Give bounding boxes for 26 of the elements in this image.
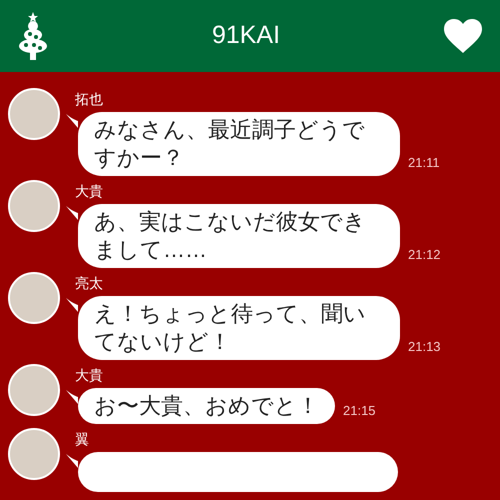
bubble-tail-icon <box>66 114 78 128</box>
sender-name: 大貴 <box>75 182 103 200</box>
message-bubble: え！ちょっと待って、聞いてないけど！ <box>78 296 400 360</box>
avatar-photo-placeholder[interactable] <box>8 272 60 324</box>
sender-name: 亮太 <box>75 274 103 292</box>
avatar-photo-placeholder[interactable] <box>8 428 60 480</box>
heart-icon[interactable] <box>444 19 482 53</box>
message-time: 21:15 <box>343 402 376 420</box>
christmas-tree-icon[interactable] <box>18 12 48 60</box>
bubble-tail-icon <box>66 390 78 404</box>
message-bubble: あ、実はこないだ彼女できまして…… <box>78 204 400 268</box>
message-time: 21:11 <box>408 154 440 172</box>
message-bubble: みなさん、最近調子どうですかー？ <box>78 112 400 176</box>
avatar-photo-placeholder[interactable] <box>8 88 60 140</box>
message-bubble: お〜大貴、おめでと！ <box>78 388 335 424</box>
sender-name: 拓也 <box>75 90 103 108</box>
avatar-photo-placeholder[interactable] <box>8 364 60 416</box>
sender-name: 翼 <box>75 430 89 448</box>
avatar-photo-placeholder[interactable] <box>8 180 60 232</box>
bubble-tail-icon <box>66 454 78 468</box>
chat-title: 91KAI <box>212 20 280 52</box>
bubble-tail-icon <box>66 206 78 220</box>
bubble-tail-icon <box>66 298 78 312</box>
message-time: 21:13 <box>408 338 441 356</box>
sender-name: 大貴 <box>75 366 103 384</box>
message-time: 21:12 <box>408 246 441 264</box>
